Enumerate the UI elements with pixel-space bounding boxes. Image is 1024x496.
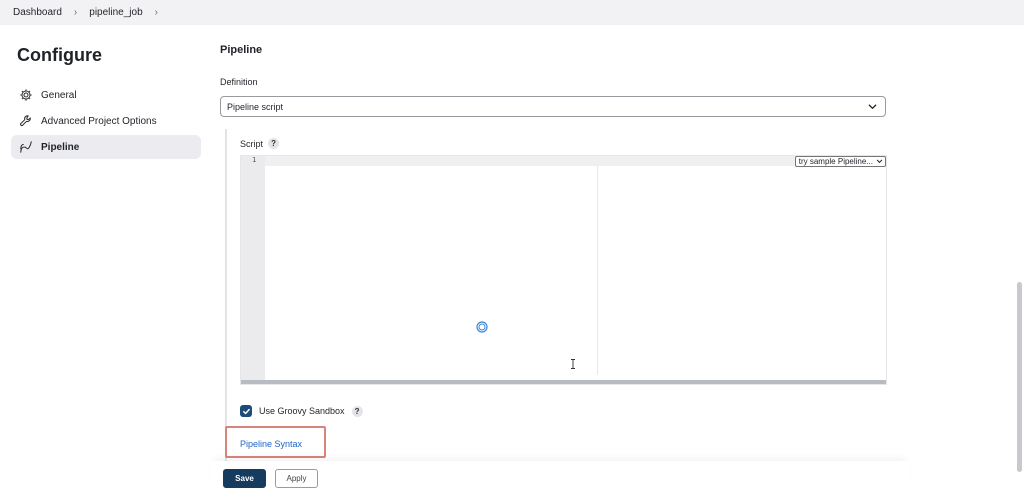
sidebar-item-pipeline[interactable]: Pipeline [11,135,201,159]
main-content: Pipeline Definition Pipeline script Scri… [220,25,1020,496]
pipeline-syntax-link[interactable]: Pipeline Syntax [240,439,302,449]
breadcrumb-dashboard[interactable]: Dashboard [11,7,64,18]
editor-bottom-bar [241,380,886,384]
chevron-down-icon [867,101,878,112]
sample-pipeline-select-value: try sample Pipeline... [798,157,873,166]
editor-print-margin [597,166,598,375]
sidebar: Configure General Advanced Project Optio… [0,25,210,496]
script-label-text: Script [240,138,264,149]
editor-gutter: 1 [241,156,265,381]
sidebar-item-general[interactable]: General [11,83,201,107]
save-button[interactable]: Save [223,469,266,488]
sidebar-item-label: Pipeline [41,141,80,153]
definition-select[interactable]: Pipeline script [220,96,886,117]
help-icon[interactable]: ? [268,138,280,149]
gear-icon [19,88,33,102]
sidebar-item-label: Advanced Project Options [41,115,157,127]
chevron-right-icon: › [73,7,78,18]
editor-topbar [241,156,886,166]
footer-bar: Save Apply [210,461,910,496]
sidebar-item-advanced-project-options[interactable]: Advanced Project Options [11,109,201,133]
sidebar-item-label: General [41,89,77,101]
apply-button[interactable]: Apply [275,469,318,488]
groovy-sandbox-row: Use Groovy Sandbox ? [240,405,363,417]
line-number: 1 [252,156,257,164]
definition-select-value: Pipeline script [227,101,284,112]
script-section: Script ? 1 try sample Pipeline... Use Gr… [225,129,887,464]
help-icon[interactable]: ? [351,405,363,417]
loading-spinner-icon [476,321,488,333]
text-cursor-icon [570,359,576,369]
script-editor[interactable]: 1 try sample Pipeline... [240,155,887,385]
definition-label: Definition [220,77,258,87]
chevron-down-icon [876,158,883,165]
script-label: Script ? [240,138,280,149]
breadcrumb-pipeline-job[interactable]: pipeline_job [87,7,144,18]
pipeline-icon [19,140,33,154]
page-title: Configure [17,45,102,65]
breadcrumb: Dashboard › pipeline_job › [0,0,1024,25]
groovy-sandbox-checkbox[interactable] [240,405,252,417]
sample-pipeline-select[interactable]: try sample Pipeline... [794,156,886,167]
section-title: Pipeline [220,44,263,56]
chevron-right-icon[interactable]: › [155,7,158,18]
groovy-sandbox-label[interactable]: Use Groovy Sandbox [259,406,345,416]
wrench-icon [19,114,33,128]
pipeline-syntax-highlight: Pipeline Syntax [225,426,326,458]
